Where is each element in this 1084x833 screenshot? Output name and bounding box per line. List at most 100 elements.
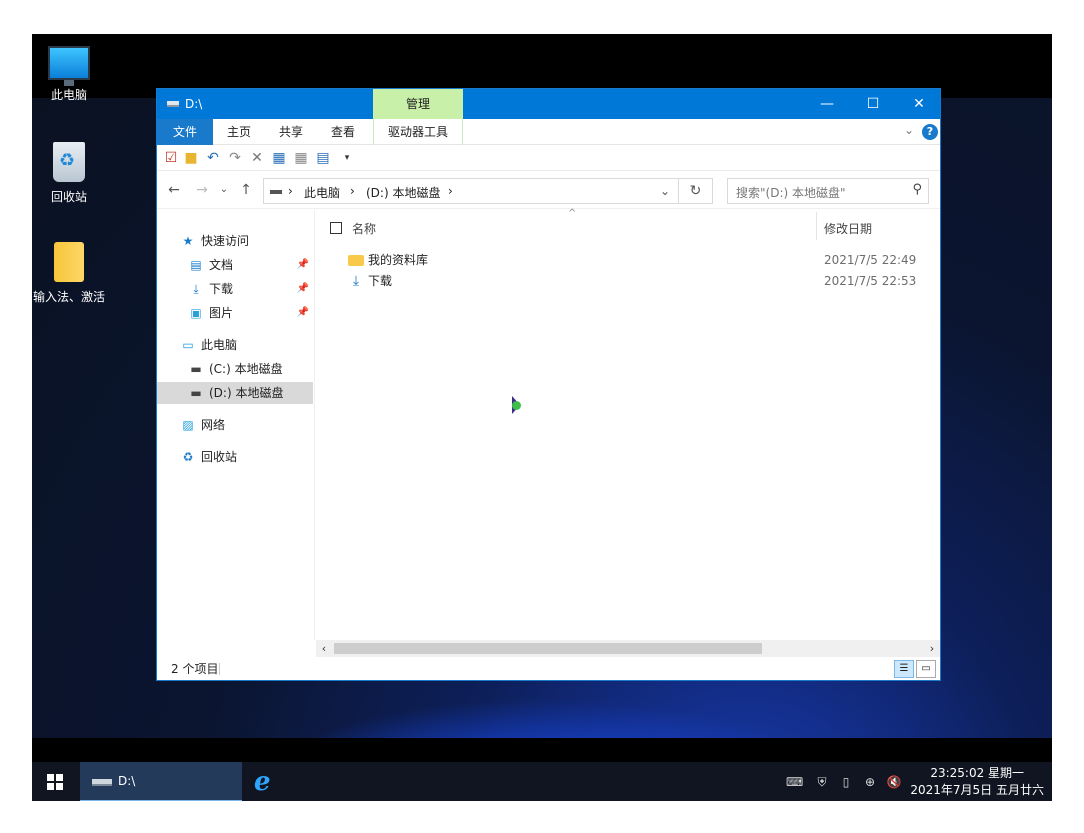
large-icons-view-button[interactable]: ▭ — [916, 660, 936, 678]
column-header-name[interactable]: 名称 — [352, 214, 376, 244]
nav-item-network[interactable]: ▨ 网络 — [157, 414, 313, 436]
breadcrumb-separator-icon[interactable]: › — [288, 184, 293, 198]
recycle-bin-icon: ♻ — [182, 450, 194, 464]
taskbar-app-file-explorer[interactable]: D:\ — [80, 762, 242, 801]
document-icon: ▤ — [190, 258, 202, 272]
customize-toolbar-dropdown-icon[interactable]: ▾ — [339, 150, 355, 166]
item-name: 下载 — [368, 274, 393, 288]
star-icon: ★ — [182, 234, 194, 248]
start-button[interactable] — [32, 762, 78, 801]
up-arrow-icon[interactable]: ↑ — [237, 181, 255, 199]
nav-item-d-drive[interactable]: ▬ (D:) 本地磁盘 — [157, 382, 313, 404]
list-item[interactable]: ⤓ 下载 2021/7/5 22:53 — [344, 271, 934, 292]
nav-label: (C:) 本地磁盘 — [209, 362, 283, 376]
clock[interactable]: 23:25:02 星期一 2021年7月5日 五月廿六 — [910, 765, 1044, 799]
back-arrow-icon[interactable]: ← — [165, 181, 183, 199]
nav-item-this-pc[interactable]: ▭ 此电脑 — [157, 334, 313, 356]
nav-item-pictures[interactable]: ▣ 图片 📌 — [157, 302, 313, 324]
list-item[interactable]: 我的资料库 2021/7/5 22:49 — [344, 250, 934, 271]
monitor-icon — [48, 46, 90, 86]
small-icons-view-icon[interactable]: ▦ — [293, 150, 309, 166]
item-count: 2 个项目 — [171, 662, 219, 676]
screen-bottom-band — [32, 738, 1052, 762]
delete-icon[interactable]: ✕ — [249, 150, 265, 166]
maximize-button[interactable]: ☐ — [850, 89, 896, 119]
nav-item-documents[interactable]: ▤ 文档 📌 — [157, 254, 313, 276]
tab-home[interactable]: 主页 — [217, 119, 261, 145]
nav-label: 快速访问 — [201, 234, 250, 248]
recent-locations-chevron-icon[interactable]: ⌄ — [215, 181, 233, 199]
forward-arrow-icon[interactable]: → — [193, 181, 211, 199]
scrollbar-thumb[interactable] — [334, 643, 762, 654]
desktop-icon-recycle-bin[interactable]: 回收站 — [32, 142, 109, 205]
nav-label: 图片 — [209, 306, 234, 320]
cursor-busy-dot — [512, 401, 521, 410]
tab-share[interactable]: 共享 — [269, 119, 313, 145]
breadcrumb-separator-icon[interactable]: › — [350, 184, 355, 198]
file-explorer-window: D:\ 管理 — ☐ ✕ 文件 主页 共享 查看 驱动器工具 ⌄ ? ☑ ■ ↶… — [156, 88, 941, 681]
usb-device-icon[interactable]: ▯ — [838, 774, 854, 790]
address-row: ← → ⌄ ↑ › 此电脑 › (D:) 本地磁盘 › ⌄ ↻ 搜索"(D:) … — [157, 171, 940, 209]
breadcrumb-separator-icon[interactable]: › — [448, 184, 453, 198]
pin-icon[interactable]: 📌 — [297, 278, 309, 300]
drive-icon — [167, 101, 179, 107]
search-input[interactable]: 搜索"(D:) 本地磁盘" ⚲ — [727, 178, 929, 204]
breadcrumb-this-pc[interactable]: 此电脑 — [304, 184, 340, 201]
sort-caret-icon: ^ — [568, 208, 577, 219]
system-drive-icon: ▬ — [190, 362, 202, 376]
ribbon-expand-chevron-icon[interactable]: ⌄ — [904, 123, 914, 137]
desktop-icon-this-pc[interactable]: 此电脑 — [32, 46, 109, 103]
desktop-icon-label: 输入法、激活 — [32, 290, 105, 304]
redo-icon[interactable]: ↷ — [227, 150, 243, 166]
undo-icon[interactable]: ↶ — [205, 150, 221, 166]
scroll-left-arrow-icon[interactable]: ‹ — [316, 640, 332, 657]
volume-muted-icon[interactable]: 🔇 — [886, 774, 902, 790]
ribbon-tabs: 文件 主页 共享 查看 驱动器工具 ⌄ ? — [157, 119, 940, 145]
column-header-modified[interactable]: 修改日期 — [824, 214, 872, 244]
details-view-button[interactable]: ☰ — [894, 660, 914, 678]
close-button[interactable]: ✕ — [896, 89, 942, 119]
properties-check-icon[interactable]: ☑ — [163, 150, 179, 166]
help-icon[interactable]: ? — [922, 124, 938, 140]
status-divider — [219, 663, 220, 675]
drive-icon — [92, 779, 112, 786]
horizontal-scrollbar[interactable]: ‹ › — [316, 640, 940, 657]
large-icons-view-icon[interactable]: ▦ — [271, 150, 287, 166]
navigation-pane: ★ 快速访问 ▤ 文档 📌 ⤓ 下载 📌 ▣ 图片 📌 ▭ 此电脑 ▬ (C:)… — [157, 210, 315, 640]
address-bar[interactable]: › 此电脑 › (D:) 本地磁盘 › ⌄ — [263, 178, 679, 204]
picture-icon: ▣ — [190, 306, 202, 320]
desktop-icon-activation-folder[interactable]: 输入法、激活 — [32, 242, 109, 305]
scroll-right-arrow-icon[interactable]: › — [924, 640, 940, 657]
nav-item-quick-access[interactable]: ★ 快速访问 — [157, 230, 313, 252]
details-view-icon[interactable]: ▤ — [315, 150, 331, 166]
pin-icon[interactable]: 📌 — [297, 254, 309, 276]
minimize-button[interactable]: — — [804, 89, 850, 119]
keyboard-icon[interactable]: ⌨ — [786, 774, 803, 790]
tab-drive-tools[interactable]: 驱动器工具 — [373, 119, 463, 145]
network-globe-icon[interactable]: ⊕ — [862, 774, 878, 790]
new-folder-icon[interactable]: ■ — [183, 150, 199, 166]
nav-item-downloads[interactable]: ⤓ 下载 📌 — [157, 278, 313, 300]
download-icon: ⤓ — [193, 282, 199, 296]
status-bar: 2 个项目 ☰ ▭ — [157, 658, 940, 680]
column-divider[interactable] — [816, 212, 817, 240]
title-bar[interactable]: D:\ 管理 — ☐ ✕ — [157, 89, 940, 119]
nav-item-c-drive[interactable]: ▬ (C:) 本地磁盘 — [157, 358, 313, 380]
breadcrumb-d-drive[interactable]: (D:) 本地磁盘 — [366, 184, 440, 201]
download-icon: ⤓ — [352, 273, 360, 289]
desktop-screen: 此电脑 回收站 输入法、激活 D:\ 管理 — ☐ ✕ 文件 主页 共享 查看 … — [32, 34, 1052, 801]
nav-item-recycle-bin[interactable]: ♻ 回收站 — [157, 446, 313, 468]
refresh-icon[interactable]: ↻ — [679, 178, 713, 204]
tab-file[interactable]: 文件 — [157, 119, 213, 145]
select-all-checkbox[interactable] — [330, 222, 342, 234]
tab-view[interactable]: 查看 — [321, 119, 365, 145]
item-modified: 2021/7/5 22:49 — [824, 253, 917, 267]
drive-icon — [270, 190, 282, 194]
nav-label: (D:) 本地磁盘 — [209, 386, 284, 400]
internet-explorer-icon[interactable]: e — [254, 768, 280, 796]
pin-icon[interactable]: 📌 — [297, 302, 309, 324]
address-history-chevron-icon[interactable]: ⌄ — [660, 184, 670, 198]
item-name: 我的资料库 — [368, 253, 429, 267]
security-shield-icon[interactable]: ⛨ — [814, 774, 830, 790]
item-modified: 2021/7/5 22:53 — [824, 274, 917, 288]
